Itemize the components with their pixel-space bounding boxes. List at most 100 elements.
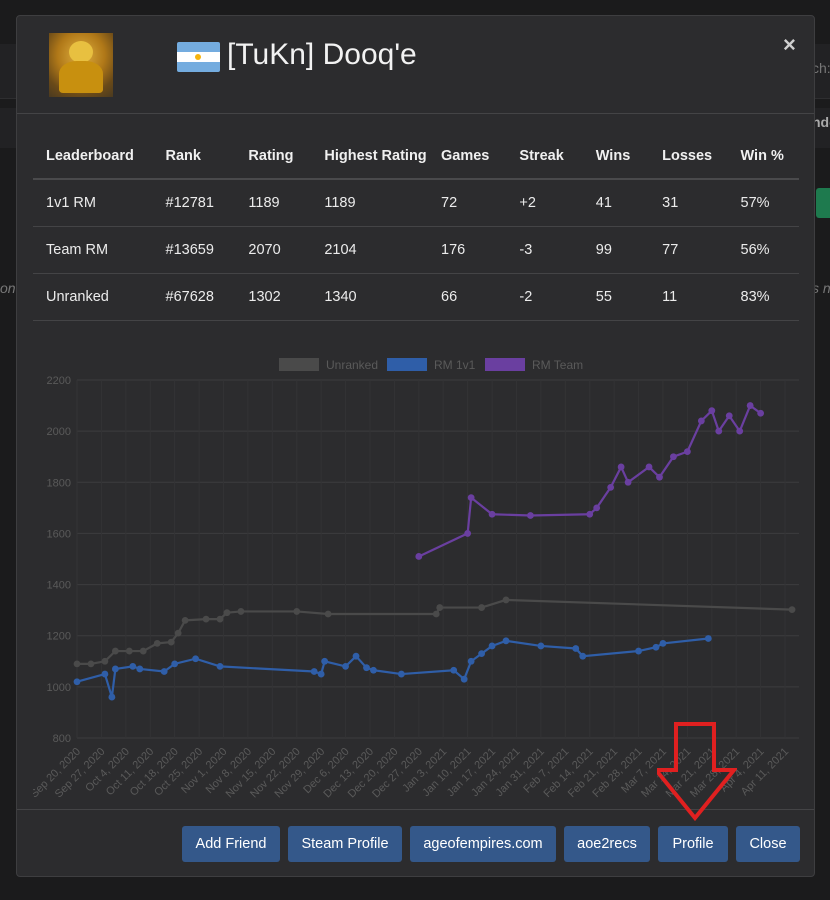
modal-header: [TuKn] Dooq'e × (17, 16, 814, 114)
leaderboard-stats-table: Leaderboard Rank Rating Highest Rating Games… (33, 134, 799, 321)
data-point (467, 494, 475, 502)
data-point (593, 504, 601, 512)
data-point (467, 657, 475, 665)
table-cell: -2 (506, 273, 583, 321)
table-cell: 77 (649, 226, 728, 274)
data-point (174, 629, 182, 637)
data-point (586, 510, 594, 518)
data-point (537, 642, 545, 650)
data-point (223, 609, 231, 617)
steam-profile-button[interactable]: Steam Profile (288, 826, 402, 862)
column-header: Leaderboard (33, 134, 153, 180)
data-point (656, 473, 663, 481)
data-point (73, 678, 81, 686)
data-point (579, 652, 587, 660)
data-point (216, 615, 224, 623)
legend-swatch (485, 358, 525, 371)
data-point (670, 453, 677, 461)
data-point (324, 610, 332, 618)
ageofempires-button[interactable]: ageofempires.com (410, 826, 556, 862)
table-cell: #13659 (152, 226, 236, 274)
legend-label: Unranked (326, 358, 378, 372)
data-point (527, 512, 534, 519)
data-point (478, 650, 485, 658)
data-point (645, 463, 653, 471)
close-icon[interactable]: × (783, 32, 796, 58)
data-point (342, 663, 349, 670)
data-point (139, 647, 147, 655)
table-cell: #12781 (152, 179, 236, 227)
column-header: Wins (582, 134, 650, 180)
data-point (432, 610, 440, 618)
legend-swatch (279, 358, 319, 371)
y-tick-label: 2200 (47, 375, 71, 387)
data-point (450, 666, 458, 674)
legend-label: RM 1v1 (434, 358, 476, 372)
data-point (321, 657, 329, 665)
player-name: [TuKn] Dooq'e (227, 38, 417, 71)
profile-button[interactable]: Profile (658, 826, 728, 862)
table-cell: 1302 (235, 273, 312, 321)
table-cell: 1189 (311, 179, 428, 227)
data-point (502, 637, 510, 645)
table-cell: 56% (727, 226, 799, 274)
data-point (617, 463, 625, 471)
table-cell: 31 (649, 179, 728, 227)
table-cell: 176 (428, 226, 507, 274)
table-row: Unranked #67628 1302 1340 66 -2 55 11 83% (33, 273, 799, 321)
red-down-arrow-icon (657, 722, 737, 822)
data-point (237, 608, 245, 615)
add-friend-button[interactable]: Add Friend (182, 826, 280, 862)
data-point (478, 604, 485, 611)
table-cell: +2 (506, 179, 583, 227)
data-point (635, 647, 642, 655)
column-header: Streak (506, 134, 583, 180)
data-point (708, 407, 716, 415)
table-cell: 83% (727, 273, 799, 321)
data-point (415, 553, 423, 560)
data-point (293, 608, 301, 615)
table-cell: 1v1 RM (33, 179, 153, 227)
data-point (317, 670, 325, 678)
table-cell: -3 (506, 226, 583, 274)
data-point (683, 448, 691, 455)
close-button[interactable]: Close (736, 826, 800, 862)
y-tick-label: 1400 (47, 580, 71, 592)
table-cell: 1189 (235, 179, 312, 227)
table-cell: 1340 (311, 273, 428, 321)
data-point (464, 530, 472, 537)
y-tick-label: 1000 (47, 682, 71, 694)
data-point (181, 616, 189, 624)
data-point (160, 668, 168, 675)
table-cell: 11 (649, 273, 728, 321)
series-line (76, 637, 709, 698)
y-tick-label: 2000 (47, 426, 71, 438)
data-point (460, 675, 468, 683)
data-point (310, 668, 318, 675)
data-point (652, 643, 660, 651)
column-header: Win % (727, 134, 799, 180)
data-point (111, 665, 119, 673)
column-header: Rating (235, 134, 312, 180)
data-point (101, 657, 109, 665)
data-point (125, 647, 133, 655)
table-header-row: Leaderboard Rank Rating Highest Rating Games… (33, 134, 799, 180)
column-header: Rank (152, 134, 236, 180)
data-point (659, 639, 667, 647)
data-point (111, 647, 119, 655)
data-point (167, 638, 175, 646)
data-point (624, 478, 632, 486)
data-point (502, 596, 510, 604)
data-point (352, 652, 360, 660)
background-button (816, 188, 830, 218)
y-tick-label: 800 (53, 733, 71, 745)
table-cell: 55 (582, 273, 650, 321)
data-point (746, 402, 754, 409)
table-cell: 2070 (235, 226, 312, 274)
data-point (73, 660, 81, 668)
aoe2recs-button[interactable]: aoe2recs (564, 826, 650, 862)
legend-label: RM Team (532, 358, 583, 372)
data-point (436, 604, 444, 611)
data-point (136, 665, 144, 673)
data-point (736, 427, 744, 435)
